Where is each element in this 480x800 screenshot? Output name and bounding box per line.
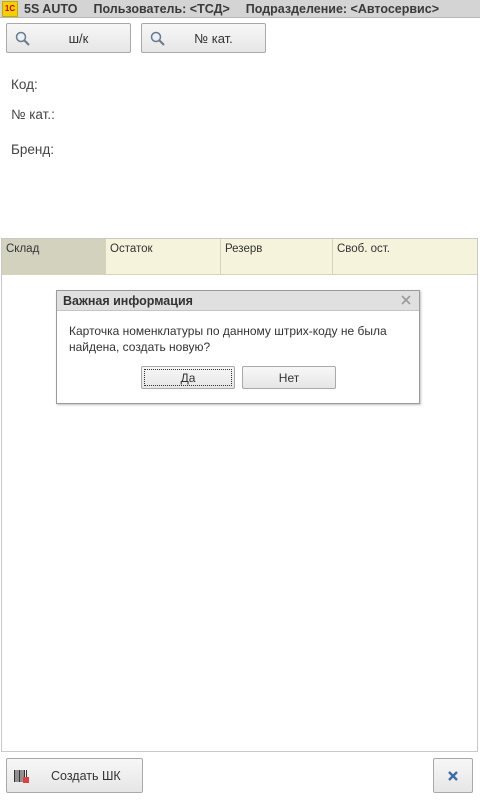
- column-header-reserve[interactable]: Резерв: [221, 239, 333, 274]
- no-button[interactable]: Нет: [242, 366, 336, 389]
- search-barcode-button[interactable]: ш/к: [6, 23, 131, 53]
- dialog-title: Важная информация: [63, 293, 193, 308]
- user-info: Пользователь: <ТСД>: [93, 1, 230, 16]
- search-catalog-button[interactable]: № кат.: [141, 23, 266, 53]
- cancel-button[interactable]: [433, 758, 473, 793]
- info-dialog: Важная информация Карточка номенклатуры …: [56, 290, 420, 404]
- app-name: 5S AUTO: [24, 1, 78, 16]
- code-label: Код:: [11, 77, 38, 92]
- table-header: Склад Остаток Резерв Своб. ост.: [2, 239, 477, 275]
- yes-button[interactable]: Да: [141, 366, 235, 389]
- catalog-number-label: № кат.:: [11, 107, 55, 122]
- title-bar: 1С 5S AUTO Пользователь: <ТСД> Подраздел…: [0, 0, 480, 18]
- search-icon: [15, 31, 30, 46]
- dialog-title-bar: Важная информация: [57, 291, 419, 311]
- column-header-balance[interactable]: Остаток: [106, 239, 221, 274]
- dialog-message: Карточка номенклатуры по данному штрих-к…: [69, 324, 387, 354]
- close-icon[interactable]: [399, 293, 413, 307]
- create-barcode-label: Создать ШК: [51, 768, 121, 783]
- column-header-warehouse[interactable]: Склад: [2, 239, 106, 274]
- search-icon: [150, 31, 165, 46]
- column-header-free-balance[interactable]: Своб. ост.: [333, 239, 477, 274]
- x-icon: [448, 770, 458, 781]
- brand-label: Бренд:: [11, 142, 54, 157]
- create-barcode-button[interactable]: Создать ШК: [6, 758, 143, 793]
- app-logo-icon: 1С: [2, 0, 18, 17]
- division-info: Подразделение: <Автосервис>: [245, 1, 439, 16]
- barcode-icon: [14, 769, 29, 783]
